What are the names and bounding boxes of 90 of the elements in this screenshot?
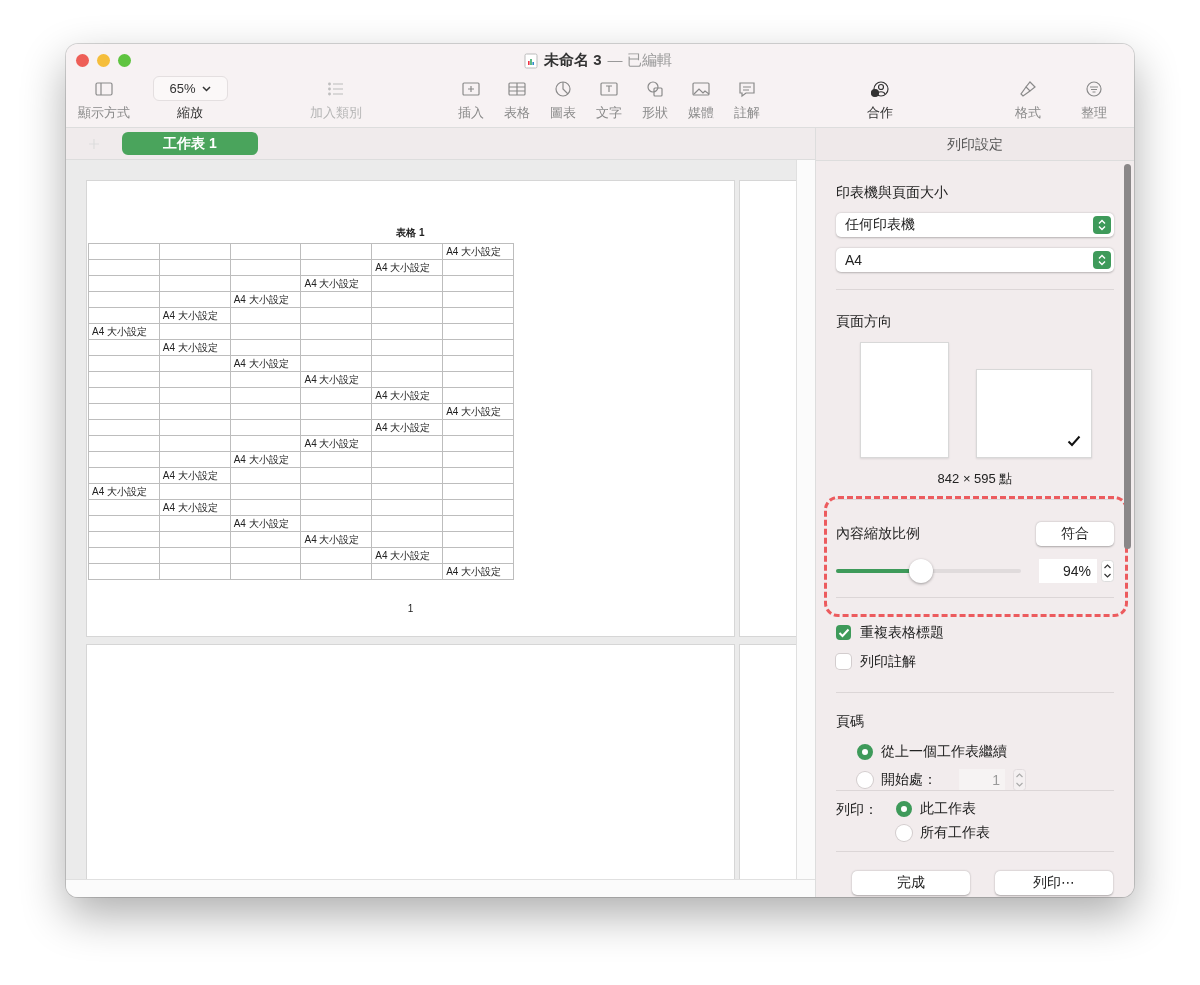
person-plus-icon[interactable] <box>870 80 890 98</box>
table-cell: A4 大小設定 <box>230 451 301 468</box>
toolbar-label: 格式 <box>1015 104 1041 122</box>
filter-icon[interactable] <box>1084 80 1104 98</box>
paper-size-dropdown[interactable]: A4 <box>836 248 1114 272</box>
orientation-option[interactable] <box>860 342 949 458</box>
stepper-icon[interactable] <box>1101 560 1114 582</box>
picture-icon[interactable] <box>691 80 711 98</box>
zoom-dropdown[interactable]: 65% <box>152 76 228 101</box>
section-heading: 頁面方向 <box>836 313 893 331</box>
edit-status: — 已編輯 <box>607 51 672 70</box>
radio-label: 開始處： <box>881 771 937 789</box>
slider-thumb[interactable] <box>909 559 934 583</box>
table-cell: A4 大小設定 <box>371 419 443 436</box>
scrollbar-track[interactable] <box>796 160 815 879</box>
document-icon <box>524 52 538 69</box>
toolbar-label: 表格 <box>504 104 530 122</box>
orientation-option[interactable] <box>976 369 1092 458</box>
toolbar-label: 顯示方式 <box>78 104 130 122</box>
radio-label: 此工作表 <box>920 800 976 818</box>
table-cell: A4 大小設定 <box>159 499 231 516</box>
radio-label: 所有工作表 <box>920 824 990 842</box>
table-cell: A4 大小設定 <box>230 291 301 308</box>
print-scope-label: 列印： <box>836 800 878 819</box>
minimize-button[interactable] <box>97 53 110 67</box>
page-number: 1 <box>407 603 414 614</box>
table-cell: A4 大小設定 <box>159 307 231 324</box>
sidebar-icon[interactable] <box>94 80 114 98</box>
toolbar-label: 文字 <box>596 104 622 122</box>
toolbar-label: 媒體 <box>688 104 714 122</box>
table-cell: A4 大小設定 <box>371 259 443 276</box>
table-cell: A4 大小設定 <box>301 435 372 452</box>
done-button[interactable]: 完成 <box>852 871 970 895</box>
section-heading: 頁碼 <box>836 713 865 731</box>
radio-button[interactable] <box>857 744 873 760</box>
section-heading: 內容縮放比例 <box>836 525 920 543</box>
table-cell: A4 大小設定 <box>301 371 372 388</box>
radio-button[interactable] <box>857 772 873 788</box>
scrollbar-track[interactable] <box>66 879 815 897</box>
table-cell: A4 大小設定 <box>371 547 443 564</box>
radio-button[interactable] <box>896 801 912 817</box>
table-cell: A4 大小設定 <box>301 531 372 548</box>
toolbar-label: 圖表 <box>550 104 576 122</box>
text-box-icon[interactable] <box>599 80 619 98</box>
window-title: 未命名 3 <box>544 51 602 70</box>
table-cell: A4 大小設定 <box>88 483 160 500</box>
table-icon[interactable] <box>507 80 527 98</box>
paintbrush-icon[interactable] <box>1018 80 1038 98</box>
checkbox-label: 列印註解 <box>860 652 916 671</box>
table-cell: A4 大小設定 <box>88 323 160 340</box>
page-dimensions: 842 × 595 點 <box>936 470 1014 488</box>
zoom-window-button[interactable] <box>118 53 131 67</box>
pie-chart-icon[interactable] <box>553 80 573 98</box>
print-button[interactable]: 列印⋯ <box>995 871 1113 895</box>
table-cell: A4 大小設定 <box>442 243 514 260</box>
toolbar-label: 合作 <box>867 104 893 122</box>
toolbar-label: 縮放 <box>177 104 203 122</box>
radio-label: 從上一個工作表繼續 <box>881 743 1007 761</box>
toolbar-label: 加入類別 <box>310 104 362 122</box>
close-button[interactable] <box>76 53 89 67</box>
toolbar-label: 註解 <box>734 104 760 122</box>
toolbar-label: 形狀 <box>642 104 668 122</box>
checkbox-label: 重複表格標題 <box>860 623 944 642</box>
caret-icon <box>201 85 211 92</box>
table-cell: A4 大小設定 <box>159 339 231 356</box>
shapes-icon[interactable] <box>645 80 665 98</box>
printer-dropdown[interactable]: 任何印表機 <box>836 213 1114 237</box>
fit-button[interactable]: 符合 <box>1036 522 1114 546</box>
toolbar-label: 插入 <box>458 104 484 122</box>
scale-field[interactable]: 94% <box>1039 559 1097 583</box>
checkbox[interactable] <box>836 654 851 669</box>
plus-box-icon[interactable] <box>461 80 481 98</box>
table-cell: A4 大小設定 <box>230 355 301 372</box>
table-cell: A4 大小設定 <box>230 515 301 532</box>
table-cell: A4 大小設定 <box>442 563 514 580</box>
scrollbar-thumb[interactable] <box>1124 164 1131 549</box>
checkbox[interactable] <box>836 625 851 640</box>
table-title: 表格 1 <box>396 226 425 240</box>
speech-bubble-icon[interactable] <box>737 80 757 98</box>
table-cell: A4 大小設定 <box>301 275 372 292</box>
stepper-icon <box>1093 216 1111 234</box>
section-heading: 印表機與頁面大小 <box>836 184 949 202</box>
checkmark-icon <box>1067 435 1081 447</box>
scale-slider[interactable] <box>836 559 1021 583</box>
radio-button[interactable] <box>896 825 912 841</box>
table-cell: A4 大小設定 <box>159 467 231 484</box>
toolbar-label: 整理 <box>1081 104 1107 122</box>
stepper-icon <box>1093 251 1111 269</box>
table-cell: A4 大小設定 <box>371 387 443 404</box>
table-cell: A4 大小設定 <box>442 403 514 420</box>
